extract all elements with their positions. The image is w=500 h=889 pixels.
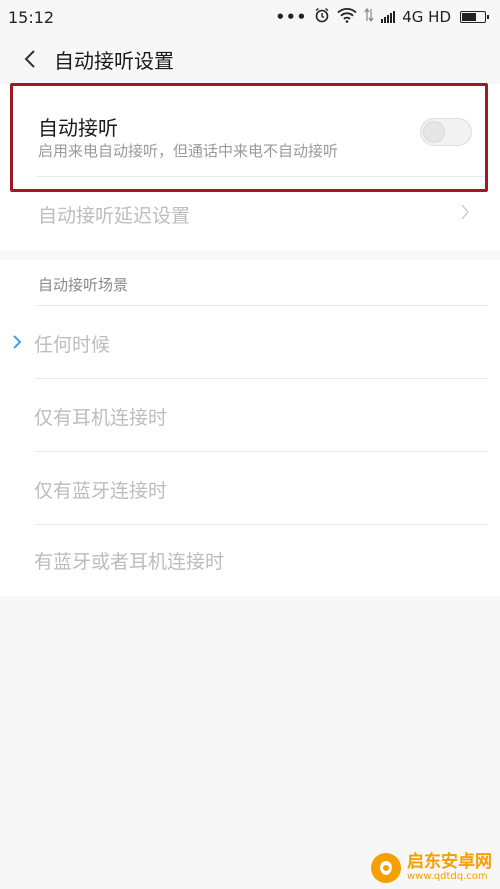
signal-icon (381, 11, 396, 23)
page-title: 自动接听设置 (54, 48, 174, 73)
scene-option-label: 有蓝牙或者耳机连接时 (34, 551, 225, 573)
alarm-icon (314, 7, 330, 27)
selected-chevron-icon (12, 334, 22, 354)
wifi-icon (337, 7, 357, 27)
status-bar: 15:12 ••• 4G HD (0, 0, 500, 34)
watermark-text: 启东安卓网 www.qdtdq.com (407, 853, 492, 883)
watermark: 启东安卓网 www.qdtdq.com (371, 853, 492, 883)
scene-option-label: 任何时候 (34, 334, 111, 356)
back-arrow-icon[interactable] (10, 34, 50, 84)
delay-setting-label: 自动接听延迟设置 (38, 205, 191, 227)
watermark-main: 启东安卓网 (407, 852, 492, 872)
scene-option-label: 仅有蓝牙连接时 (34, 480, 168, 502)
data-transfer-icon (364, 7, 374, 26)
auto-answer-scene-card: 自动接听场景 任何时候 仅有耳机连接时 仅有蓝牙连接时 有蓝牙或者耳机连接时 (0, 260, 500, 596)
notification-dots: ••• (275, 8, 308, 26)
chevron-right-icon (460, 203, 470, 225)
watermark-sub: www.qdtdq.com (407, 871, 488, 882)
title-bar: 自动接听设置 (0, 34, 500, 84)
section-header: 自动接听场景 (38, 276, 129, 294)
scene-option-bluetooth[interactable]: 仅有蓝牙连接时 (0, 452, 500, 524)
scene-option-headset[interactable]: 仅有耳机连接时 (0, 379, 500, 451)
scene-option-anytime[interactable]: 任何时候 (0, 306, 500, 378)
highlight-annotation (10, 83, 488, 192)
network-type: 4G HD (402, 8, 451, 26)
status-time: 15:12 (8, 7, 55, 27)
status-icons: ••• 4G HD (275, 7, 489, 27)
watermark-logo-icon (371, 853, 401, 883)
scene-option-bluetooth-or-headset[interactable]: 有蓝牙或者耳机连接时 (0, 525, 500, 596)
scene-option-label: 仅有耳机连接时 (34, 407, 168, 429)
battery-icon (460, 11, 489, 23)
